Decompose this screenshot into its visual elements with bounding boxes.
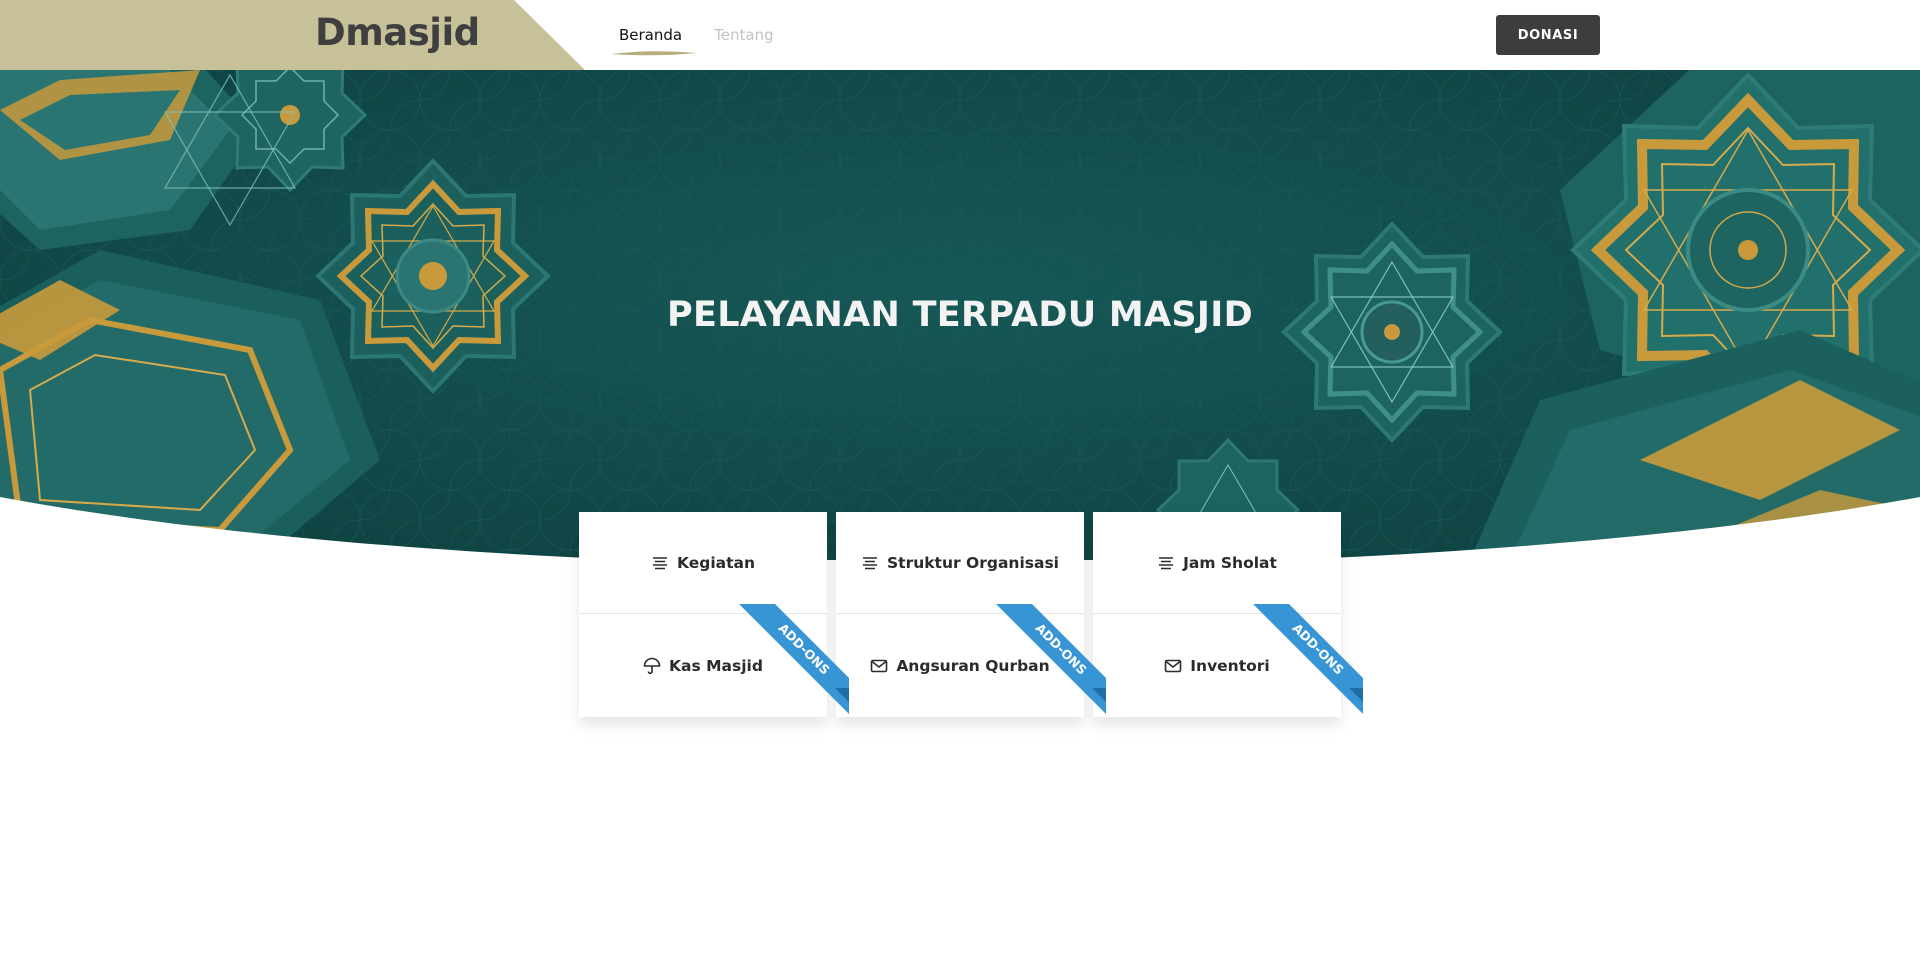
nav-link-label: Tentang xyxy=(714,26,774,44)
addon-ribbon: ADD-ONS xyxy=(1253,604,1363,714)
ribbon-shape: ADD-ONS xyxy=(739,604,849,714)
list-icon xyxy=(863,556,877,569)
service-jam-sholat[interactable]: Jam Sholat xyxy=(1093,512,1341,614)
list-icon xyxy=(1159,556,1174,569)
nav-link-tentang[interactable]: Tentang xyxy=(702,22,785,48)
service-label: Struktur Organisasi xyxy=(887,553,1059,572)
active-underline xyxy=(611,51,697,56)
service-label: Kegiatan xyxy=(676,553,756,572)
brand-panel xyxy=(0,0,585,70)
main-nav: Beranda Tentang xyxy=(607,22,786,56)
service-kegiatan[interactable]: Kegiatan xyxy=(579,512,827,614)
list-icon xyxy=(652,556,667,569)
hero-title: PELAYANAN TERPADU MASJID xyxy=(667,295,1253,336)
addon-ribbon: ADD-ONS xyxy=(739,604,849,714)
addon-ribbon: ADD-ONS xyxy=(996,604,1106,714)
service-label: Jam Sholat xyxy=(1183,553,1277,572)
brand-logo[interactable]: Dmasjid xyxy=(315,11,480,54)
hero-banner: PELAYANAN TERPADU MASJID xyxy=(0,70,1920,560)
nav-link-beranda[interactable]: Beranda xyxy=(607,22,697,56)
ribbon-shape: ADD-ONS xyxy=(996,604,1106,714)
donate-button[interactable]: DONASI xyxy=(1496,15,1600,55)
mail-icon xyxy=(1164,659,1182,672)
top-navbar: Dmasjid Beranda Tentang DONASI xyxy=(0,0,1920,70)
service-grid: Kegiatan Kas Masjid Struktur Organisasi … xyxy=(579,512,1363,717)
umbrella-icon xyxy=(643,657,661,674)
ribbon-shape: ADD-ONS xyxy=(1253,604,1363,714)
nav-link-label: Beranda xyxy=(619,26,683,44)
mail-icon xyxy=(871,659,888,672)
service-struktur-organisasi[interactable]: Struktur Organisasi xyxy=(836,512,1084,614)
